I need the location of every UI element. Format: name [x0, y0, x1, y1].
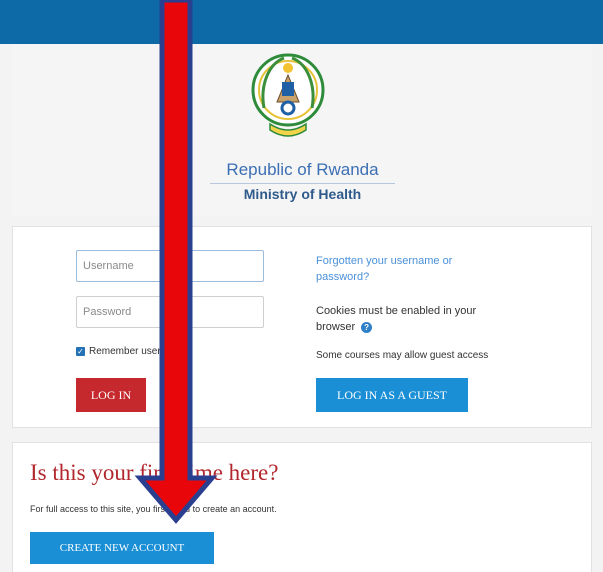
- guest-access-note: Some courses may allow guest access: [316, 350, 489, 361]
- create-new-account-button[interactable]: CREATE NEW ACCOUNT: [30, 532, 214, 564]
- signup-description: For full access to this site, you first …: [30, 504, 277, 514]
- cookies-text: Cookies must be enabled in your browser: [316, 305, 477, 333]
- check-icon[interactable]: ✓: [76, 347, 85, 356]
- country-name: Republic of Rwanda: [226, 160, 379, 179]
- login-button[interactable]: LOG IN: [76, 378, 146, 412]
- remember-username-label: Remember username: [89, 346, 186, 357]
- forgot-password-link[interactable]: Forgotten your username or password?: [316, 253, 496, 285]
- cookies-notice: Cookies must be enabled in your browser?: [316, 303, 516, 335]
- remember-username-option[interactable]: ✓ Remember username: [76, 346, 186, 357]
- username-input[interactable]: [76, 250, 264, 282]
- ministry-name: Ministry of Health: [243, 186, 362, 202]
- rwanda-coat-of-arms-icon: [251, 53, 325, 137]
- signup-title: Is this your first time here?: [30, 460, 279, 485]
- top-navbar: [0, 0, 603, 44]
- header-divider: [210, 183, 395, 184]
- help-circle-icon[interactable]: ?: [361, 321, 373, 333]
- login-as-guest-button[interactable]: LOG IN AS A GUEST: [316, 378, 468, 412]
- password-input[interactable]: [76, 296, 264, 328]
